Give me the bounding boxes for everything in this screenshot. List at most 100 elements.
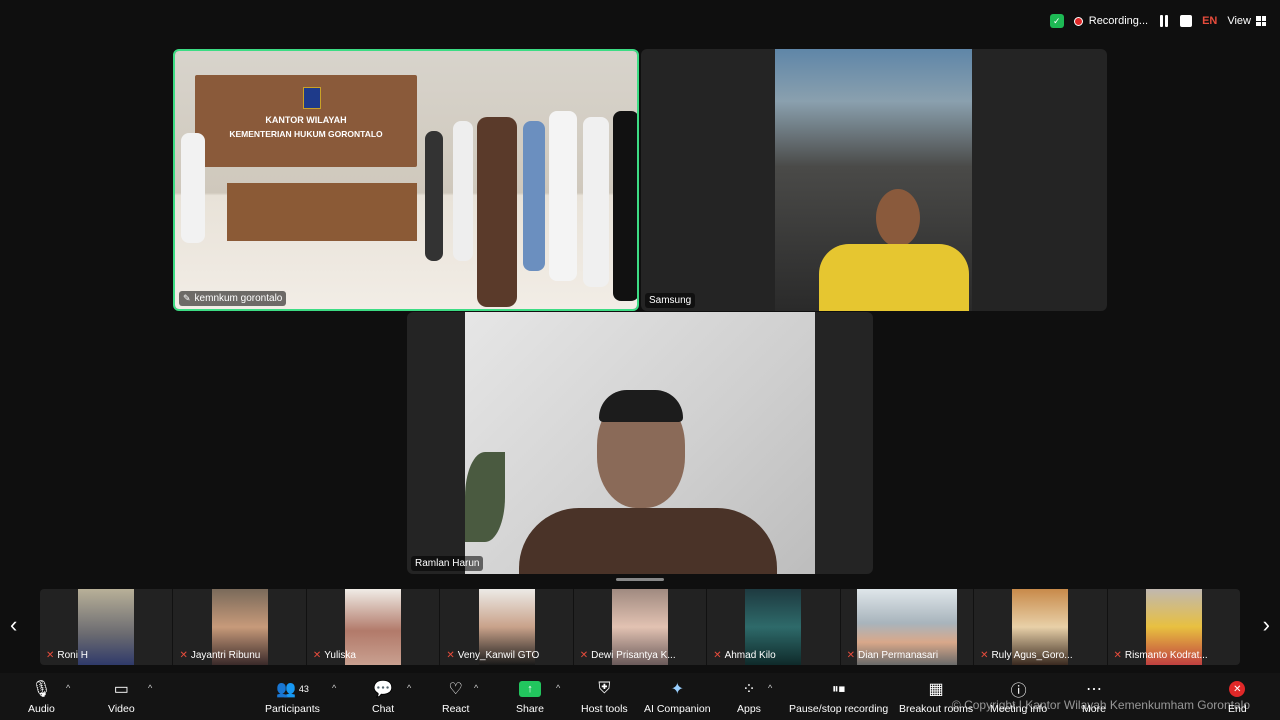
mic-muted-icon: ✕ [579,650,589,661]
apps-icon: ⁘ [742,681,756,698]
person-hair [599,390,683,422]
video-button[interactable]: ▭ Video [108,679,135,715]
grid-view-icon [1256,16,1266,26]
person-batik-shirt [519,508,777,574]
pin-icon: ✎ [183,293,191,303]
video-options-caret-icon[interactable]: ^ [148,683,152,693]
apps-options-caret-icon[interactable]: ^ [768,683,772,693]
copyright-watermark: © Copyright | Kantor Wilayah Kemenkumham… [951,698,1250,712]
audio-button[interactable]: 🎙 Audio [28,679,55,715]
sign-line-1: KANTOR WILAYAH [265,115,347,125]
view-label: View [1227,15,1251,27]
participant-name: Ahmad Kilo [724,650,776,661]
participant-name: Rismanto Kodrat... [1124,650,1208,661]
participants-label: Participants [265,703,320,715]
participant-thumb[interactable]: ✕ Ahmad Kilo [707,589,841,665]
apps-label: Apps [737,703,761,715]
participant-name: Veny_Kanwil GTO [457,650,540,661]
chat-button[interactable]: 💬 Chat [372,679,394,715]
recording-label: Recording... [1088,15,1149,27]
audio-options-caret-icon[interactable]: ^ [66,683,70,693]
person-head [876,189,920,247]
stop-recording-icon[interactable] [1180,15,1193,27]
top-status-bar: ✓ Recording... EN View [1049,14,1266,28]
participant-thumb[interactable]: ✕ Yuliska [307,589,441,665]
participant-strip: ✕ Roni H ✕ Jayantri Ribunu ✕ Yuliska ✕ Veny_… [40,589,1240,665]
share-options-caret-icon[interactable]: ^ [556,683,560,693]
end-x-icon: ✕ [1229,681,1246,697]
participant-thumb[interactable]: ✕ Roni H [40,589,174,665]
agency-logo-icon [303,87,321,109]
ai-companion-button[interactable]: ✦ AI Companion [644,679,711,715]
participant-thumb[interactable]: ✕ Dian Permanasari [841,589,975,665]
recording-indicator: Recording... [1073,15,1149,27]
participants-count: 43 [298,684,309,694]
shield-icon: ⛨ [598,680,611,697]
apps-button[interactable]: ⁘ Apps [737,679,761,715]
chat-options-caret-icon[interactable]: ^ [407,683,411,693]
view-button[interactable]: View [1227,15,1266,27]
tile-name-label: Samsung [645,293,696,308]
mic-muted-icon: ✕ [446,650,455,661]
mic-muted-icon: ✕ [846,650,856,661]
pause-recording-icon[interactable] [1158,15,1170,27]
chat-label: Chat [372,703,395,715]
heart-icon: ♡ [448,681,463,698]
react-button[interactable]: ♡ React [442,679,469,715]
participant-name: Dewi Prisantya K... [591,650,676,661]
video-tile-samsung[interactable]: Samsung [641,49,1107,311]
breakout-grid-icon: ▦ [928,681,944,698]
host-tools-button[interactable]: ⛨ Host tools [581,679,628,715]
mic-muted-icon: ✕ [179,650,188,661]
share-button[interactable]: ↑ Share [516,679,544,715]
strip-prev-arrow-icon[interactable]: ‹ [10,612,17,638]
video-label: Video [108,703,135,715]
video-camera-icon: ▭ [113,681,129,698]
video-tile-speaker[interactable]: Ramlan Harun [407,312,873,574]
participants-icon: 👥 [275,681,296,698]
host-tools-label: Host tools [581,703,628,715]
react-label: React [442,703,470,715]
strip-next-arrow-icon[interactable]: › [1263,612,1270,638]
participants-options-caret-icon[interactable]: ^ [332,683,336,693]
sign-line-2: KEMENTERIAN HUKUM GORONTALO [229,129,383,139]
recording-control-label: Pause/stop recording [789,703,889,715]
person-shirt [819,244,969,311]
participant-name: Jayantri Ribunu [190,650,261,661]
audio-label: Audio [28,703,55,715]
share-screen-icon: ↑ [519,681,542,697]
meeting-toolbar: 🎙 Audio ^ ▭ Video ^ 👥 43 Participants ^ … [0,673,1280,720]
participant-name: Yuliska [324,650,356,661]
resize-handle[interactable] [616,578,664,581]
person-left [181,133,205,243]
sparkle-icon: ✦ [670,681,684,698]
share-label: Share [516,703,545,715]
chat-icon: 💬 [373,681,394,698]
recording-control-button[interactable]: ⏸⏹ Pause/stop recording [789,679,888,715]
microphone-icon: 🎙 [31,681,52,698]
reception-desk [227,183,417,241]
video-tile-main[interactable]: KANTOR WILAYAH KEMENTERIAN HUKUM GORONTA… [173,49,639,311]
participants-button[interactable]: 👥 43 Participants [265,679,320,715]
participant-thumb[interactable]: ✕ Ruly Agus_Goro... [974,589,1108,665]
info-icon: ⓘ [1010,683,1027,700]
more-dots-icon: ⋯ [1085,681,1102,698]
tile-name-label: Ramlan Harun [411,556,484,571]
plant-leaf [465,452,505,542]
participant-thumb[interactable]: ✕ Rismanto Kodrat... [1108,589,1240,665]
language-badge[interactable]: EN [1202,15,1217,27]
pause-stop-icon: ⏸⏹ [832,681,846,696]
participant-name: Dian Permanasari [858,650,939,661]
participant-thumb[interactable]: ✕ Dewi Prisantya K... [574,589,708,665]
mic-muted-icon: ✕ [713,650,722,661]
participant-name: Ruly Agus_Goro... [991,650,1073,661]
security-shield-icon[interactable]: ✓ [1049,14,1064,28]
mic-muted-icon: ✕ [980,650,989,661]
mic-muted-icon: ✕ [312,650,322,661]
participant-thumb[interactable]: ✕ Veny_Kanwil GTO [440,589,574,665]
mic-muted-icon: ✕ [1113,650,1122,661]
ai-companion-label: AI Companion [644,703,711,715]
react-options-caret-icon[interactable]: ^ [474,683,478,693]
participant-thumb[interactable]: ✕ Jayantri Ribunu [173,589,307,665]
person-group [415,111,637,307]
